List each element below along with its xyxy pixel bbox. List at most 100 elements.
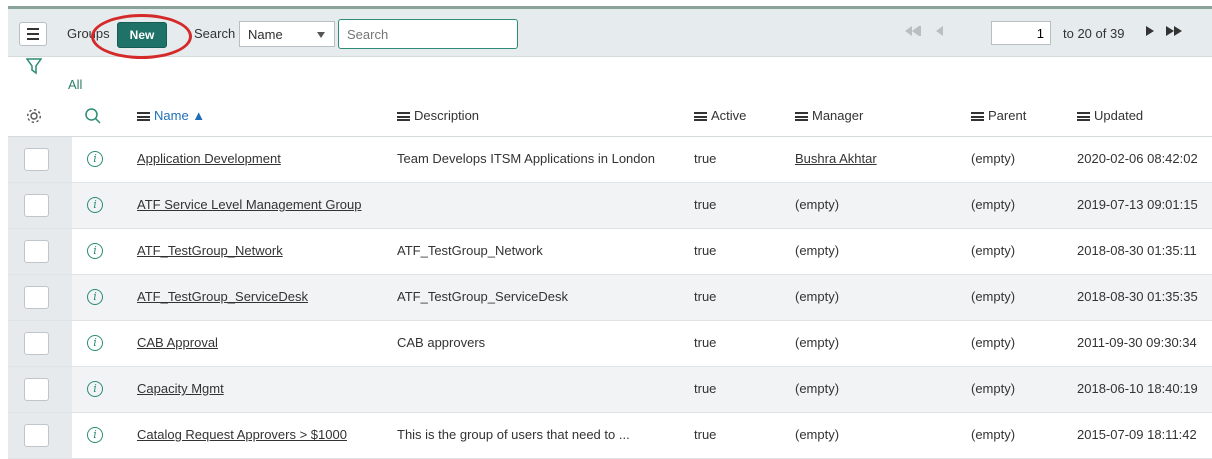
filter-bar: All [8,57,1212,93]
column-updated[interactable]: Updated [1077,108,1143,123]
cell-description: CAB approvers [397,335,486,350]
column-menu-icon[interactable] [694,112,707,122]
cell-active: true [694,289,717,304]
cell-active: true [694,197,717,212]
info-icon[interactable]: i [87,427,103,443]
search-icon[interactable] [84,107,102,125]
cell-parent: (empty) [971,289,1016,304]
cell-updated: 2018-08-30 01:35:35 [1077,289,1198,304]
breadcrumb-all[interactable]: All [68,77,82,92]
info-icon[interactable]: i [87,289,103,305]
row-select-cell [8,137,72,182]
cell-name[interactable]: Application Development [137,151,281,166]
next-page-icon[interactable] [1146,26,1154,36]
row-select-cell [8,367,72,412]
info-icon[interactable]: i [87,381,103,397]
cell-name[interactable]: ATF_TestGroup_ServiceDesk [137,289,308,304]
row-select-cell [8,275,72,320]
search-input[interactable] [338,19,518,49]
chevron-down-icon [317,32,325,38]
first-page-icon[interactable] [905,25,925,37]
column-menu-icon[interactable] [971,112,984,122]
cell-updated: 2018-08-30 01:35:11 [1077,243,1197,258]
previous-page-icon[interactable] [936,26,943,36]
search-label: Search [194,26,236,41]
search-field-value: Name [248,27,283,42]
row-checkbox[interactable] [24,240,49,263]
annotation-circle [91,14,192,59]
cell-manager: (empty) [795,197,840,212]
cell-parent: (empty) [971,243,1016,258]
cell-parent: (empty) [971,335,1016,350]
cell-updated: 2015-07-09 18:11:42 [1077,427,1197,442]
column-name[interactable]: Name ▲ [137,108,205,123]
table-row[interactable]: i ATF Service Level Management Group true (… [8,183,1212,229]
row-checkbox[interactable] [24,194,49,217]
cell-name[interactable]: ATF Service Level Management Group [137,197,361,212]
column-active[interactable]: Active [694,108,746,123]
cell-manager: (empty) [795,427,840,442]
cell-manager: (empty) [795,381,840,396]
cell-manager[interactable]: Bushra Akhtar [795,151,877,166]
column-menu-icon[interactable] [397,112,410,122]
cell-parent: (empty) [971,151,1016,166]
row-select-cell [8,183,72,228]
column-description[interactable]: Description [397,108,479,123]
cell-description: This is the group of users that need to … [397,427,630,442]
column-menu-icon[interactable] [137,112,150,122]
column-parent[interactable]: Parent [971,108,1026,123]
cell-manager: (empty) [795,289,840,304]
cell-description: Team Develops ITSM Applications in Londo… [397,151,655,166]
column-menu-icon[interactable] [1077,112,1090,122]
cell-name[interactable]: Capacity Mgmt [137,381,224,396]
filter-icon[interactable] [26,57,42,75]
cell-parent: (empty) [971,381,1016,396]
column-headers: Name ▲ Description Active Manager Parent… [8,96,1212,137]
cell-description: ATF_TestGroup_ServiceDesk [397,289,568,304]
cell-description: ATF_TestGroup_Network [397,243,543,258]
info-icon[interactable]: i [87,335,103,351]
row-checkbox[interactable] [24,286,49,309]
table-row[interactable]: i ATF_TestGroup_ServiceDesk ATF_TestGroup_… [8,275,1212,321]
info-icon[interactable]: i [87,243,103,259]
table-row[interactable]: i ATF_TestGroup_Network ATF_TestGroup_Netw… [8,229,1212,275]
cell-manager: (empty) [795,335,840,350]
row-checkbox[interactable] [24,148,49,171]
row-checkbox[interactable] [24,332,49,355]
cell-updated: 2011-09-30 09:30:34 [1077,335,1197,350]
cell-active: true [694,335,717,350]
column-menu-icon[interactable] [795,112,808,122]
table-row[interactable]: i CAB Approval CAB approvers true (empty) (em… [8,321,1212,367]
row-checkbox[interactable] [24,424,49,447]
cell-updated: 2018-06-10 18:40:19 [1077,381,1198,396]
cell-updated: 2020-02-06 08:42:02 [1077,151,1198,166]
cell-parent: (empty) [971,197,1016,212]
list-header: Groups New Search Name to 20 of 39 [8,9,1212,59]
search-field-select[interactable]: Name [239,21,335,47]
row-select-cell [8,321,72,366]
row-checkbox[interactable] [24,378,49,401]
cell-updated: 2019-07-13 09:01:15 [1077,197,1198,212]
table-row[interactable]: i Application Development Team Develops IT… [8,137,1212,183]
cell-active: true [694,243,717,258]
row-select-cell [8,229,72,274]
hamburger-icon [27,28,39,30]
gear-icon[interactable] [25,107,43,125]
info-icon[interactable]: i [87,151,103,167]
page-number-input[interactable] [991,21,1051,45]
last-page-icon[interactable] [1166,26,1188,38]
cell-active: true [694,151,717,166]
cell-parent: (empty) [971,427,1016,442]
list-menu-button[interactable] [19,22,47,46]
cell-name[interactable]: Catalog Request Approvers > $1000 [137,427,347,442]
cell-name[interactable]: ATF_TestGroup_Network [137,243,283,258]
cell-active: true [694,427,717,442]
info-icon[interactable]: i [87,197,103,213]
page-range-text: to 20 of 39 [1063,26,1125,41]
table-row[interactable]: i Catalog Request Approvers > $1000 This i… [8,413,1212,459]
cell-manager: (empty) [795,243,840,258]
cell-active: true [694,381,717,396]
table-row[interactable]: i Capacity Mgmt true (empty) (empty) 2018-06-… [8,367,1212,413]
cell-name[interactable]: CAB Approval [137,335,218,350]
column-manager[interactable]: Manager [795,108,863,123]
